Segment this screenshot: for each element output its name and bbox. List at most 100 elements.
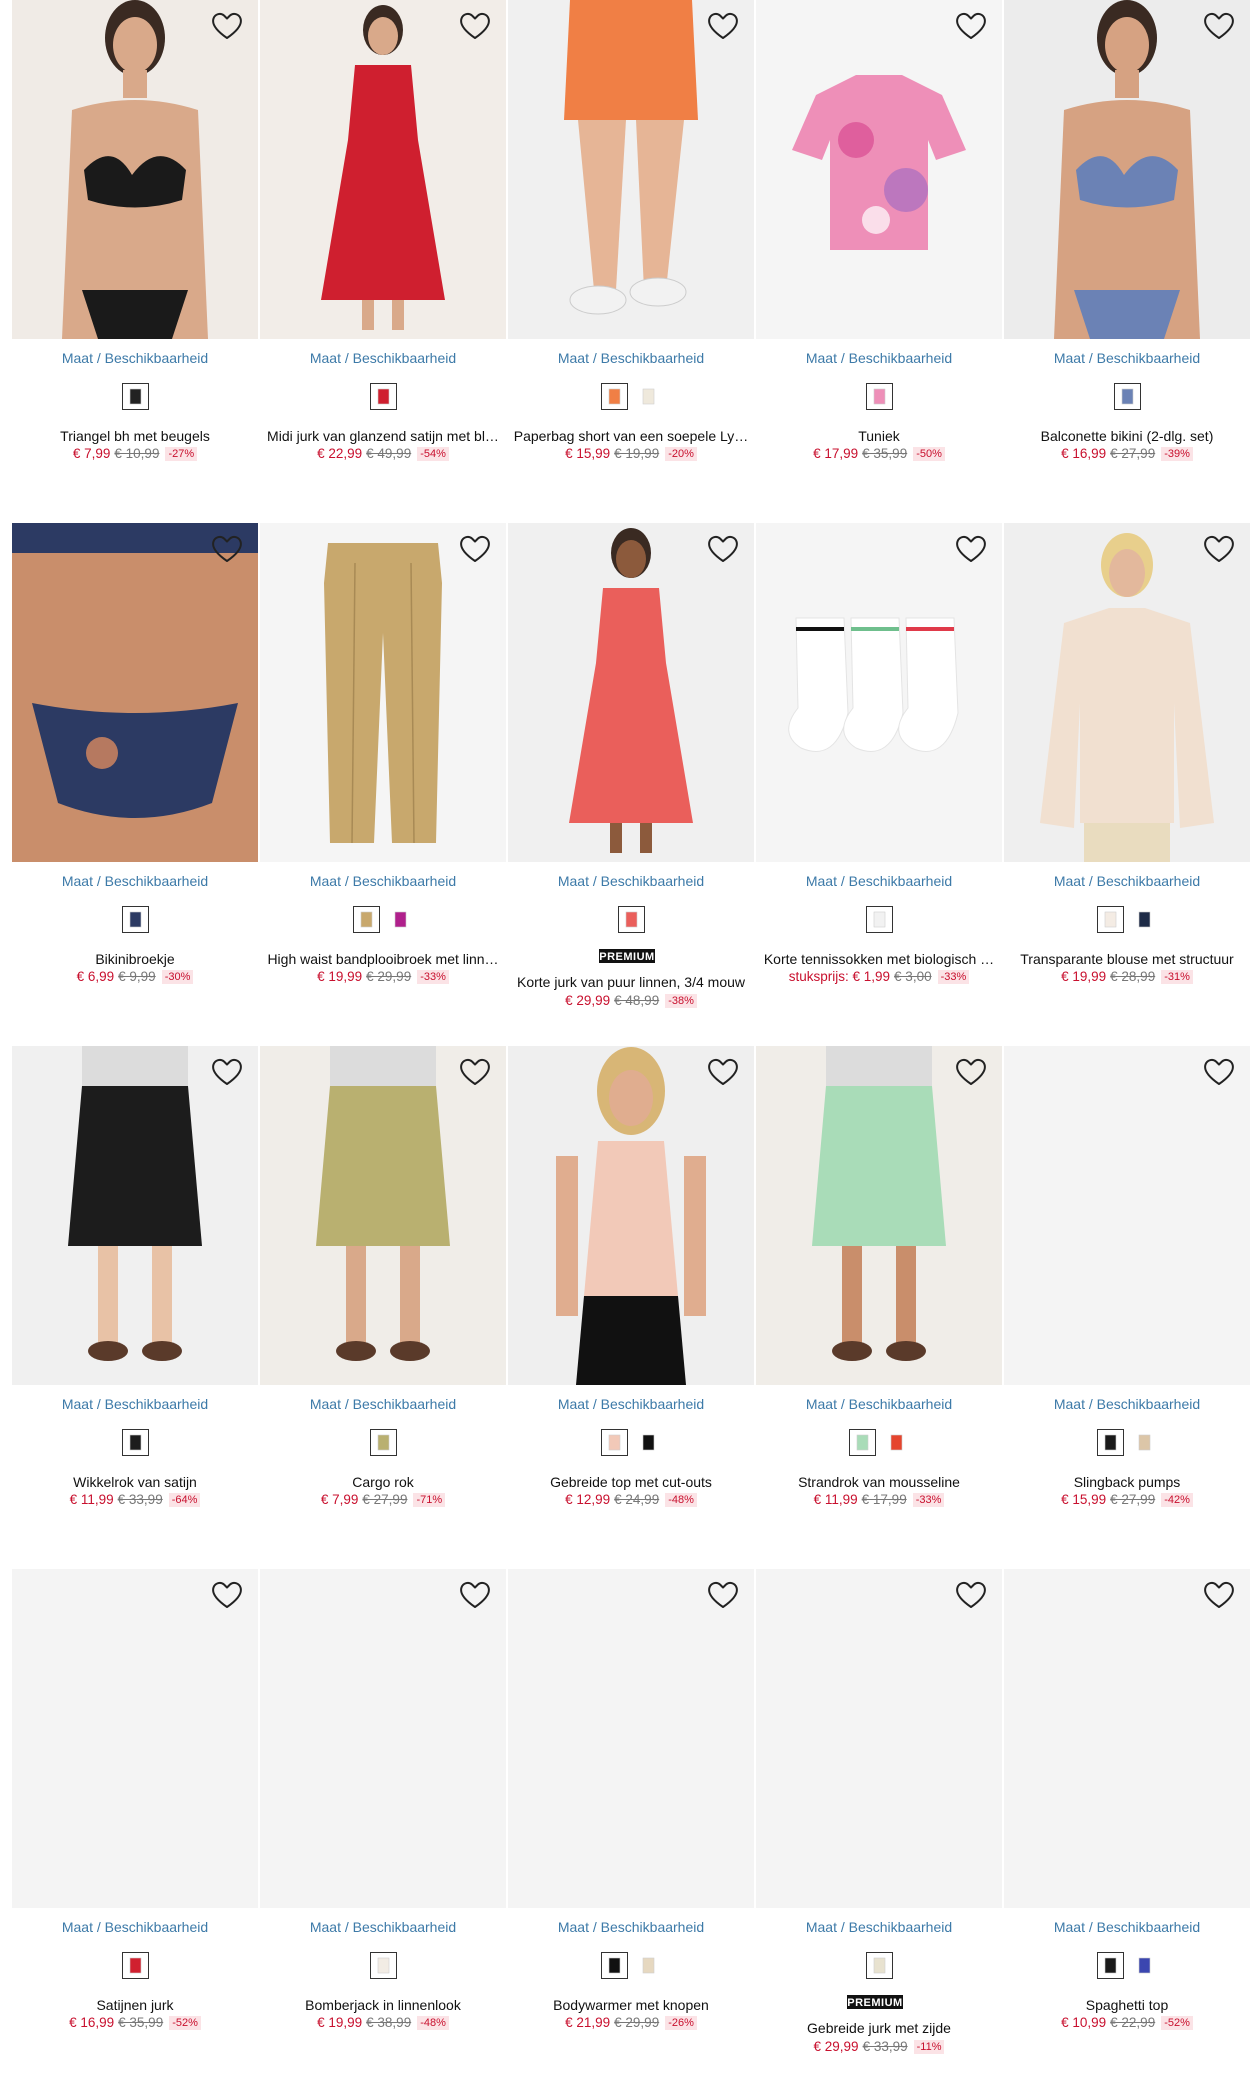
size-availability-link[interactable]: Maat / Beschikbaarheid [508,873,754,889]
color-swatch[interactable] [634,383,662,410]
color-swatch[interactable] [882,1429,910,1456]
product-image[interactable] [756,0,1002,339]
size-availability-link[interactable]: Maat / Beschikbaarheid [756,1396,1002,1412]
color-swatch[interactable] [121,1429,149,1456]
product-image[interactable] [1004,1046,1250,1385]
color-swatch[interactable] [617,906,645,933]
color-swatch[interactable] [352,906,380,933]
wishlist-button[interactable] [458,533,492,565]
product-card[interactable]: Maat / Beschikbaarheid Bodywarmer met kno… [508,1569,754,2092]
product-card[interactable]: Maat / Beschikbaarheid Bomberjack in linn… [260,1569,506,2092]
wishlist-button[interactable] [706,1056,740,1088]
product-title[interactable]: High waist bandplooibroek met linn… [260,951,506,967]
color-swatch[interactable] [1113,383,1141,410]
product-card[interactable]: Maat / Beschikbaarheid PREMIUM Korte jurk … [508,523,754,1046]
product-image[interactable] [756,1046,1002,1385]
size-availability-link[interactable]: Maat / Beschikbaarheid [12,1396,258,1412]
product-image[interactable] [508,1046,754,1385]
color-swatch[interactable] [1096,1952,1124,1979]
size-availability-link[interactable]: Maat / Beschikbaarheid [1004,873,1250,889]
product-card[interactable]: Maat / Beschikbaarheid Korte tennissokken… [756,523,1002,1046]
size-availability-link[interactable]: Maat / Beschikbaarheid [756,873,1002,889]
product-card[interactable]: Maat / Beschikbaarheid Balconette bikini … [1004,0,1250,523]
product-image[interactable] [260,0,506,339]
product-image[interactable] [756,1569,1002,1908]
color-swatch[interactable] [369,1429,397,1456]
product-image[interactable] [1004,1569,1250,1908]
size-availability-link[interactable]: Maat / Beschikbaarheid [1004,350,1250,366]
size-availability-link[interactable]: Maat / Beschikbaarheid [1004,1396,1250,1412]
size-availability-link[interactable]: Maat / Beschikbaarheid [508,350,754,366]
product-title[interactable]: Tuniek [756,428,1002,444]
product-card[interactable]: Maat / Beschikbaarheid Gebreide top met c… [508,1046,754,1569]
product-title[interactable]: Korte jurk van puur linnen, 3/4 mouw [508,974,754,990]
product-title[interactable]: Strandrok van mousseline [756,1474,1002,1490]
wishlist-button[interactable] [1202,10,1236,42]
size-availability-link[interactable]: Maat / Beschikbaarheid [756,350,1002,366]
wishlist-button[interactable] [1202,1579,1236,1611]
size-availability-link[interactable]: Maat / Beschikbaarheid [12,1919,258,1935]
product-image[interactable] [12,1569,258,1908]
size-availability-link[interactable]: Maat / Beschikbaarheid [260,1919,506,1935]
product-title[interactable]: Triangel bh met beugels [12,428,258,444]
color-swatch[interactable] [634,1952,662,1979]
product-image[interactable] [1004,523,1250,862]
wishlist-button[interactable] [458,1056,492,1088]
wishlist-button[interactable] [954,1056,988,1088]
wishlist-button[interactable] [954,533,988,565]
product-title[interactable]: Gebreide jurk met zijde [756,2020,1002,2036]
color-swatch[interactable] [121,1952,149,1979]
product-card[interactable]: Maat / Beschikbaarheid Satijnen jurk € 16,… [12,1569,258,2092]
color-swatch[interactable] [386,906,414,933]
product-image[interactable] [12,1046,258,1385]
size-availability-link[interactable]: Maat / Beschikbaarheid [508,1919,754,1935]
product-image[interactable] [508,523,754,862]
product-card[interactable]: Maat / Beschikbaarheid Strandrok van mous… [756,1046,1002,1569]
size-availability-link[interactable]: Maat / Beschikbaarheid [260,350,506,366]
color-swatch[interactable] [600,1429,628,1456]
product-title[interactable]: Satijnen jurk [12,1997,258,2013]
product-title[interactable]: Korte tennissokken met biologisch … [756,951,1002,967]
product-card[interactable]: Maat / Beschikbaarheid Bikinibroekje € 6,9… [12,523,258,1046]
product-image[interactable] [260,1569,506,1908]
color-swatch[interactable] [369,1952,397,1979]
color-swatch[interactable] [1130,906,1158,933]
size-availability-link[interactable]: Maat / Beschikbaarheid [756,1919,1002,1935]
size-availability-link[interactable]: Maat / Beschikbaarheid [260,1396,506,1412]
product-title[interactable]: Transparante blouse met structuur [1004,951,1250,967]
wishlist-button[interactable] [210,533,244,565]
product-card[interactable]: Maat / Beschikbaarheid Spaghetti top € 10,… [1004,1569,1250,2092]
product-card[interactable]: Maat / Beschikbaarheid Paperbag short van… [508,0,754,523]
product-title[interactable]: Midi jurk van glanzend satijn met bl… [260,428,506,444]
wishlist-button[interactable] [1202,1056,1236,1088]
size-availability-link[interactable]: Maat / Beschikbaarheid [260,873,506,889]
product-title[interactable]: Wikkelrok van satijn [12,1474,258,1490]
size-availability-link[interactable]: Maat / Beschikbaarheid [508,1396,754,1412]
color-swatch[interactable] [848,1429,876,1456]
wishlist-button[interactable] [210,1056,244,1088]
color-swatch[interactable] [369,383,397,410]
color-swatch[interactable] [865,1952,893,1979]
color-swatch[interactable] [121,383,149,410]
product-card[interactable]: Maat / Beschikbaarheid PREMIUM Gebreide ju… [756,1569,1002,2092]
product-image[interactable] [1004,0,1250,339]
color-swatch[interactable] [1130,1952,1158,1979]
wishlist-button[interactable] [706,533,740,565]
wishlist-button[interactable] [210,10,244,42]
wishlist-button[interactable] [210,1579,244,1611]
color-swatch[interactable] [1096,1429,1124,1456]
product-card[interactable]: Maat / Beschikbaarheid Slingback pumps € 1… [1004,1046,1250,1569]
product-title[interactable]: Bodywarmer met knopen [508,1997,754,2013]
color-swatch[interactable] [600,1952,628,1979]
product-image[interactable] [12,0,258,339]
color-swatch[interactable] [865,383,893,410]
wishlist-button[interactable] [954,1579,988,1611]
product-title[interactable]: Bomberjack in linnenlook [260,1997,506,2013]
product-card[interactable]: Maat / Beschikbaarheid Tuniek € 17,99 € 35,… [756,0,1002,523]
product-title[interactable]: Cargo rok [260,1474,506,1490]
size-availability-link[interactable]: Maat / Beschikbaarheid [12,350,258,366]
product-image[interactable] [12,523,258,862]
product-card[interactable]: Maat / Beschikbaarheid Midi jurk van glan… [260,0,506,523]
product-title[interactable]: Paperbag short van een soepele Ly… [508,428,754,444]
product-image[interactable] [508,0,754,339]
